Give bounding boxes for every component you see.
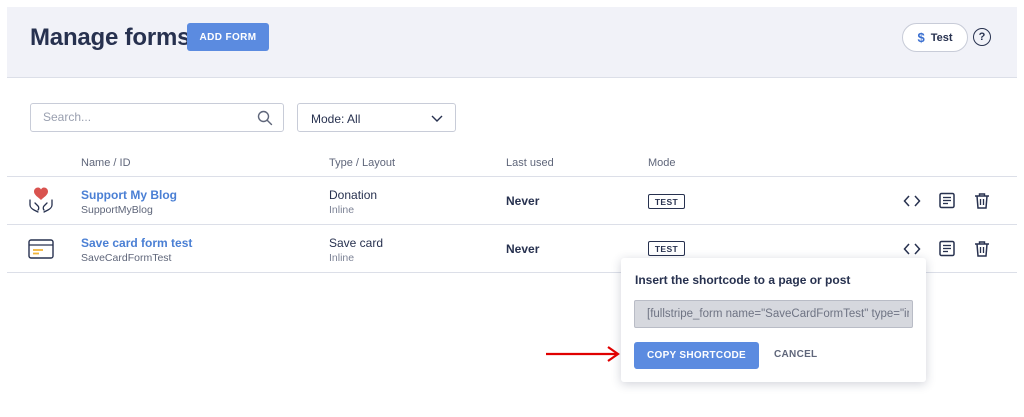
mode-toggle-label: Test: [930, 31, 953, 44]
code-icon[interactable]: [903, 192, 921, 210]
row-divider: [7, 224, 1017, 225]
popover-title: Insert the shortcode to a page or post: [635, 273, 851, 287]
document-icon[interactable]: [938, 240, 956, 258]
shortcode-input[interactable]: [647, 308, 909, 320]
mode-filter-select[interactable]: Mode: All: [297, 103, 456, 132]
form-name-link[interactable]: Save card form test: [81, 236, 192, 250]
form-name-link[interactable]: Support My Blog: [81, 188, 177, 202]
last-used-value: Never: [506, 194, 540, 208]
search-icon[interactable]: [257, 110, 273, 126]
shortcode-popover: Insert the shortcode to a page or post C…: [621, 258, 926, 382]
copy-shortcode-button[interactable]: COPY SHORTCODE: [634, 342, 759, 369]
last-used-value: Never: [506, 242, 540, 256]
form-layout: Inline: [329, 204, 355, 216]
chevron-down-icon: [431, 115, 443, 122]
page-header: Manage forms ADD FORM $ Test ?: [7, 7, 1017, 78]
form-id: SaveCardFormTest: [81, 252, 172, 264]
column-header-type: Type / Layout: [329, 157, 396, 169]
mode-badge: TEST: [648, 194, 685, 209]
trash-icon[interactable]: [973, 192, 991, 210]
form-layout: Inline: [329, 252, 355, 264]
page-title: Manage forms: [30, 24, 191, 51]
code-icon[interactable]: [903, 240, 921, 258]
heart-hands-icon: [29, 187, 53, 213]
document-icon[interactable]: [938, 192, 956, 210]
annotation-arrow-icon: [546, 346, 620, 362]
mode-badge: TEST: [648, 241, 685, 256]
header-divider: [7, 176, 1017, 177]
column-header-mode: Mode: [648, 157, 676, 169]
dollar-icon: $: [917, 30, 925, 45]
form-type: Save card: [329, 236, 384, 250]
form-id: SupportMyBlog: [81, 204, 153, 216]
test-mode-toggle[interactable]: $ Test: [902, 23, 968, 52]
add-form-button[interactable]: ADD FORM: [187, 23, 269, 51]
search-field[interactable]: [30, 103, 284, 132]
trash-icon[interactable]: [973, 240, 991, 258]
card-icon: [28, 239, 54, 259]
cancel-button[interactable]: CANCEL: [774, 349, 817, 360]
app-frame: Manage forms ADD FORM $ Test ? Mode: All…: [7, 7, 1017, 410]
column-header-last-used: Last used: [506, 157, 554, 169]
mode-filter-value: Mode: All: [311, 112, 361, 126]
search-input[interactable]: [43, 110, 243, 124]
help-icon[interactable]: ?: [973, 28, 991, 46]
form-type: Donation: [329, 188, 378, 202]
column-header-name: Name / ID: [81, 157, 131, 169]
shortcode-field[interactable]: [634, 300, 913, 328]
